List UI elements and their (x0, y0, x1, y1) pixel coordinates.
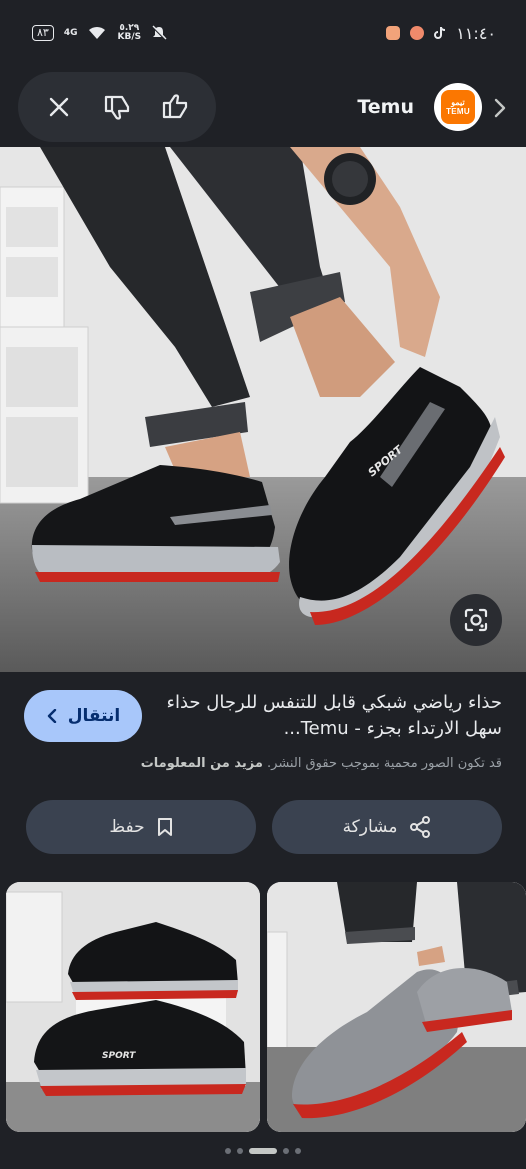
pager-dot (249, 1148, 277, 1154)
thumb-photo-2 (267, 882, 526, 1132)
related-image-1[interactable]: SPORT (6, 882, 260, 1132)
more-info-link[interactable]: مزيد من المعلومات (141, 756, 263, 771)
network-speed-unit: KB/S (117, 32, 142, 42)
pager-dot (225, 1148, 231, 1154)
result-header: Temu تيمو TEMU (0, 70, 526, 146)
pager-dots (0, 1145, 526, 1157)
related-images: SPORT (6, 882, 526, 1132)
result-info: انتقال حذاء رياضي شبكي قابل للتنفس للرجا… (0, 672, 526, 792)
thumbs-down-icon (104, 95, 130, 120)
pager-dot (295, 1148, 301, 1154)
close-button[interactable] (37, 85, 81, 129)
lens-button[interactable] (450, 594, 502, 646)
pager-dot (237, 1148, 243, 1154)
status-bar: ٨٣ 4G ٥.٢٩ KB/S ١١:٤٠ (0, 0, 526, 66)
feedback-pill (18, 72, 216, 142)
source-name: Temu (357, 96, 414, 118)
temu-logo: تيمو TEMU (434, 83, 482, 131)
network-type: 4G (63, 27, 78, 38)
chevron-left-icon (47, 709, 56, 723)
copyright-notice: قد تكون الصور محمية بموجب حقوق النشر. مز… (22, 756, 502, 771)
visit-button[interactable]: انتقال (24, 690, 142, 742)
source-link[interactable]: Temu تيمو TEMU (357, 82, 482, 132)
copyright-text: قد تكون الصور محمية بموجب حقوق النشر. (267, 756, 502, 771)
visit-label: انتقال (67, 706, 121, 726)
thumbs-up-button[interactable] (153, 85, 197, 129)
status-right: ١١:٤٠ (386, 24, 496, 43)
mute-icon (152, 25, 167, 40)
share-button[interactable]: مشاركة (272, 800, 502, 854)
bookmark-icon (157, 818, 172, 836)
save-button[interactable]: حفظ (26, 800, 256, 854)
hero-image[interactable]: SPORT (0, 147, 526, 672)
wifi-icon (89, 26, 106, 39)
status-left: ٨٣ 4G ٥.٢٩ KB/S (32, 24, 167, 42)
product-photo: SPORT (0, 147, 526, 672)
share-icon (410, 816, 431, 838)
tiktok-icon (434, 26, 446, 39)
action-row: حفظ مشاركة (26, 800, 502, 854)
network-speed: ٥.٢٩ KB/S (117, 24, 141, 42)
thumbs-up-icon (162, 94, 188, 119)
chevron-right-icon[interactable] (488, 96, 512, 120)
app-notification-icon (386, 26, 401, 40)
battery-indicator: ٨٣ (32, 25, 54, 41)
thumbs-down-button[interactable] (95, 85, 139, 129)
clock: ١١:٤٠ (456, 23, 496, 43)
save-label: حفظ (109, 817, 145, 837)
related-image-2[interactable] (267, 882, 526, 1132)
app-notification-icon (410, 26, 425, 40)
pager-dot (283, 1148, 289, 1154)
thumb-photo-1: SPORT (6, 882, 260, 1132)
lens-icon (464, 608, 488, 632)
logo-text-bottom: TEMU (446, 107, 470, 116)
result-title[interactable]: حذاء رياضي شبكي قابل للتنفس للرجال حذاء … (162, 690, 503, 742)
logo-text-top: تيمو (451, 98, 465, 107)
share-label: مشاركة (342, 817, 398, 837)
temu-logo-mark: تيمو TEMU (441, 90, 475, 124)
thumb-1-tongue-text: SPORT (102, 1051, 136, 1061)
close-icon (49, 97, 69, 117)
